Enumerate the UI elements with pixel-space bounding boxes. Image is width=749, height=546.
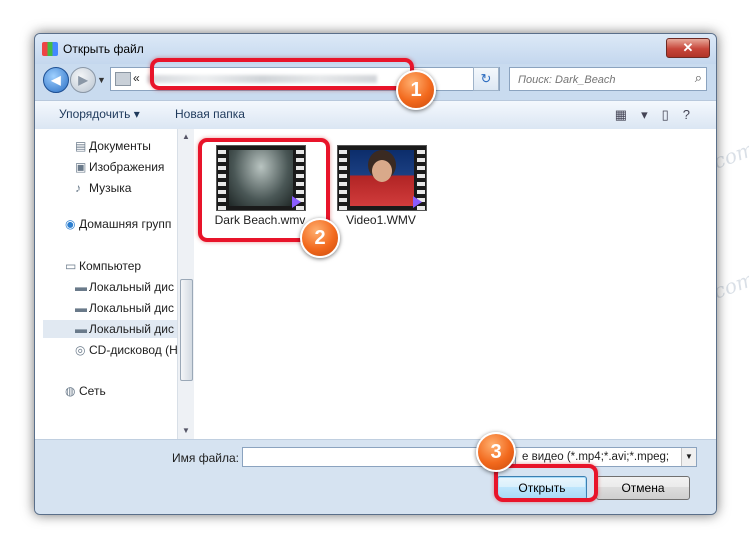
search-input[interactable] <box>516 71 680 89</box>
address-prefix: « <box>133 71 140 85</box>
sidebar-item-label: Компьютер <box>79 259 142 273</box>
media-player-icon <box>413 196 422 208</box>
sidebar-scrollbar[interactable]: ▲ ▼ <box>177 129 194 439</box>
open-file-dialog: Открыть файл ✕ ◀ ▶ ▼ « ▼ ↻ ⌕ Упорядочить… <box>34 33 717 515</box>
disk-icon: ▬ <box>75 280 87 294</box>
refresh-button[interactable]: ↻ <box>473 67 499 91</box>
step-badge-2: 2 <box>300 218 340 258</box>
help-icon[interactable]: ? <box>683 107 704 122</box>
highlight-open-button <box>494 464 598 502</box>
homegroup-icon: ◉ <box>65 217 76 231</box>
sidebar-item-label: CD-дисковод (H <box>89 343 178 357</box>
sidebar-item-local-disk[interactable]: ▬ Локальный дис <box>75 301 174 315</box>
filename-label: Имя файла: <box>172 451 239 465</box>
sidebar-item-label: Изображения <box>89 160 165 174</box>
sidebar-item-computer[interactable]: ▭ Компьютер <box>65 259 141 273</box>
sidebar-item-cd-drive[interactable]: ◎ CD-дисковод (H <box>75 343 178 357</box>
sidebar-item-documents[interactable]: ▤ Документы <box>75 139 151 153</box>
cd-icon: ◎ <box>75 343 86 357</box>
sidebar-item-label: Локальный дис <box>89 301 174 315</box>
command-toolbar: Упорядочить ▾ Новая папка ▦▾▯? <box>35 100 716 130</box>
recent-pages-dropdown-icon[interactable]: ▼ <box>97 75 106 85</box>
view-options[interactable]: ▦▾▯? <box>615 107 704 123</box>
sidebar-item-label: Музыка <box>89 181 132 195</box>
video-frame <box>350 150 414 206</box>
music-icon: ♪ <box>75 181 81 195</box>
sidebar-item-label: Сеть <box>79 384 106 398</box>
disk-icon: ▬ <box>75 301 87 315</box>
anchor-face <box>372 160 392 182</box>
bottom-panel: Имя файла: е видео (*.mp4;*.avi;*.mpeg; … <box>35 439 716 514</box>
computer-icon: ▭ <box>65 259 77 273</box>
sidebar-item-label: Документы <box>89 139 151 153</box>
view-icon[interactable]: ▦ <box>615 107 641 122</box>
file-type-value: е видео (*.mp4;*.avi;*.mpeg; <box>522 451 670 463</box>
highlight-address-bar <box>150 58 414 90</box>
folder-icon <box>115 72 131 86</box>
file-name: Video1.WMV <box>346 213 416 227</box>
scroll-up-icon[interactable]: ▲ <box>178 129 194 145</box>
close-button[interactable]: ✕ <box>666 38 710 58</box>
chevron-down-icon[interactable]: ▼ <box>681 448 696 466</box>
news-thumbnail <box>337 145 427 211</box>
search-icon[interactable]: ⌕ <box>695 70 702 86</box>
sidebar-item-local-disk-selected[interactable]: ▬ Локальный дис <box>43 320 177 338</box>
sidebar-item-homegroup[interactable]: ◉ Домашняя групп <box>65 217 171 231</box>
back-button[interactable]: ◀ <box>43 67 69 93</box>
scroll-down-icon[interactable]: ▼ <box>178 423 194 439</box>
sidebar-item-local-disk[interactable]: ▬ Локальный дис <box>75 280 174 294</box>
search-box[interactable]: ⌕ <box>509 67 707 91</box>
scroll-thumb[interactable] <box>180 279 193 381</box>
network-icon: ◍ <box>65 384 76 398</box>
navigation-pane: ▤ Документы ▣ Изображения ♪ Музыка ◉ Домашня… <box>35 129 178 439</box>
sidebar-item-label: Локальный дис <box>89 280 174 294</box>
sidebar-item-label: Локальный дис <box>89 322 174 336</box>
new-folder-button[interactable]: Новая папка <box>175 107 245 121</box>
preview-pane-icon[interactable]: ▯ <box>662 107 683 122</box>
window-title: Открыть файл <box>63 42 144 56</box>
pictures-icon: ▣ <box>75 160 87 174</box>
disk-icon: ▬ <box>75 322 87 336</box>
organize-button[interactable]: Упорядочить ▾ <box>59 107 140 121</box>
sidebar-item-network[interactable]: ◍ Сеть <box>65 384 106 398</box>
documents-icon: ▤ <box>75 139 87 153</box>
cancel-button[interactable]: Отмена <box>596 476 690 500</box>
sidebar-item-pictures[interactable]: ▣ Изображения <box>75 160 164 174</box>
forward-button[interactable]: ▶ <box>70 67 96 93</box>
file-item-video1[interactable]: Video1.WMV <box>331 137 431 237</box>
view-dropdown-icon[interactable]: ▾ <box>641 107 662 122</box>
app-icon <box>42 42 58 56</box>
sidebar-item-music[interactable]: ♪ Музыка <box>75 181 131 195</box>
step-badge-3: 3 <box>476 432 516 472</box>
film-strip <box>339 146 347 210</box>
sidebar-item-label: Домашняя групп <box>79 217 172 231</box>
step-badge-1: 1 <box>396 70 436 110</box>
